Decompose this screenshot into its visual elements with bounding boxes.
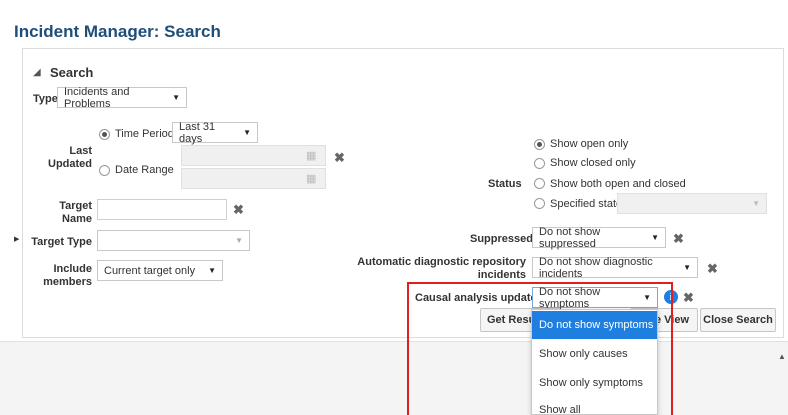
chevron-down-icon: ▼ [235, 236, 243, 245]
type-select-value: Incidents and Problems [64, 85, 130, 110]
collapse-up-icon[interactable]: ▲ [778, 352, 786, 361]
time-period-label: Time Period [115, 128, 174, 140]
status-option: Show closed only [550, 157, 636, 169]
time-period-radio[interactable] [99, 129, 110, 140]
adr-select[interactable]: Do not show diagnostic incidents ▼ [532, 255, 698, 280]
status-both-radio[interactable] [534, 178, 545, 189]
chevron-down-icon: ▼ [172, 93, 180, 102]
highlight-box [407, 282, 673, 415]
clear-last-updated-icon[interactable]: ✖ [334, 151, 345, 164]
page-title: Incident Manager: Search [14, 22, 221, 41]
time-period-select[interactable]: Last 31 days ▼ [172, 120, 258, 145]
chevron-down-icon: ▼ [243, 128, 251, 137]
expand-arrow-icon[interactable]: ▶ [14, 235, 19, 243]
last-updated-label: Last Updated [48, 145, 92, 170]
date-range-radio[interactable] [99, 165, 110, 176]
date-to-input[interactable] [181, 168, 326, 189]
status-option: Specified state [550, 198, 623, 210]
status-specified-radio[interactable] [534, 198, 545, 209]
clear-causal-analysis-icon[interactable]: ✖ [683, 291, 694, 304]
date-from-input[interactable] [181, 145, 326, 166]
clear-suppressed-icon[interactable]: ✖ [673, 232, 684, 245]
chevron-down-icon: ▼ [208, 266, 216, 275]
target-name-label: Target Name [59, 200, 92, 225]
include-members-select[interactable]: Current target only ▼ [97, 260, 223, 281]
chevron-down-icon: ▼ [683, 263, 691, 272]
chevron-down-icon: ▼ [651, 233, 659, 242]
calendar-icon[interactable]: ▦ [306, 172, 316, 185]
suppressed-label: Suppressed [470, 233, 533, 245]
close-search-button[interactable]: Close Search [700, 308, 776, 332]
target-type-select[interactable]: ▼ [97, 230, 250, 251]
suppressed-value: Do not show suppressed [539, 225, 601, 250]
target-type-label: Target Type [31, 236, 92, 248]
suppressed-select[interactable]: Do not show suppressed ▼ [532, 225, 666, 250]
status-option: Show both open and closed [550, 178, 686, 190]
include-members-value: Current target only [104, 264, 196, 277]
status-label: Status [488, 178, 522, 190]
type-label: Type [33, 93, 58, 105]
type-select[interactable]: Incidents and Problems ▼ [57, 85, 187, 110]
status-option: Show open only [550, 138, 629, 150]
collapse-triangle-icon[interactable]: ◢ [33, 67, 41, 78]
status-open-radio[interactable] [534, 139, 545, 150]
status-closed-radio[interactable] [534, 158, 545, 169]
adr-value: Do not show diagnostic incidents [539, 255, 653, 280]
time-period-value: Last 31 days [179, 120, 216, 145]
calendar-icon[interactable]: ▦ [306, 149, 316, 162]
chevron-down-icon: ▼ [752, 199, 760, 208]
date-range-label: Date Range [115, 164, 174, 176]
search-heading: Search [50, 65, 94, 80]
target-name-input[interactable] [97, 199, 227, 220]
specified-state-select[interactable]: ▼ [617, 193, 767, 214]
clear-adr-icon[interactable]: ✖ [707, 262, 718, 275]
clear-target-name-icon[interactable]: ✖ [233, 203, 244, 216]
include-members-label: Include members [43, 263, 92, 288]
adr-label: Automatic diagnostic repository incidents [357, 256, 526, 281]
